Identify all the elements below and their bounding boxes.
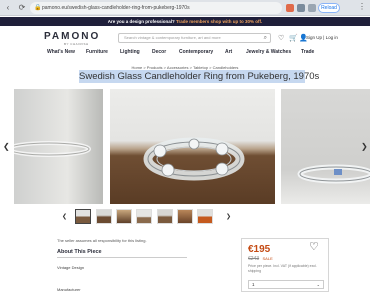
back-icon[interactable]: ‹ — [3, 3, 13, 13]
logo[interactable]: PAMONO — [44, 31, 100, 42]
seller-responsibility-note: The seller assumes all responsibility fo… — [57, 238, 147, 243]
original-price: €243 — [248, 256, 260, 262]
thumbnail[interactable] — [177, 209, 193, 224]
quantity-select[interactable]: 1 ⌄ — [248, 280, 324, 289]
nav-whats-new[interactable]: What's New — [47, 49, 75, 55]
thumbnail[interactable] — [157, 209, 173, 224]
thumbnail[interactable] — [75, 209, 91, 224]
image-gallery: ❮ ❯ — [0, 89, 370, 204]
signin-link[interactable]: Sign Up | Log in — [306, 35, 338, 40]
extension-icon[interactable] — [308, 4, 316, 12]
thumbnail[interactable] — [96, 209, 112, 224]
refresh-icon[interactable]: ⟳ — [17, 3, 27, 13]
search-placeholder: Search vintage & contemporary furniture,… — [124, 35, 221, 40]
search-icon[interactable]: ⌕ — [264, 34, 267, 42]
thumbs-next-icon[interactable]: ❯ — [226, 213, 231, 220]
thumbnail[interactable] — [136, 209, 152, 224]
cart-icon[interactable]: 🛒 — [289, 34, 298, 42]
product-image-prev[interactable] — [14, 89, 103, 204]
logo-tagline: BY CHAIRISH — [64, 42, 89, 46]
glass-ring-photo — [14, 141, 91, 157]
old-price: €243 SALE — [248, 256, 273, 262]
nav-jewelry-watches[interactable]: Jewelry & Watches — [246, 49, 291, 55]
nav-art[interactable]: Art — [225, 49, 232, 55]
nav-contemporary[interactable]: Contemporary — [179, 49, 213, 55]
promo-text: Are you a design professional? — [107, 19, 175, 24]
thumbnail[interactable] — [197, 209, 213, 224]
gallery-prev-arrow-icon[interactable]: ❮ — [3, 142, 10, 151]
chevron-down-icon: ⌄ — [316, 282, 320, 287]
price-note: Price per piece. Incl. VAT (if applicabl… — [248, 264, 317, 273]
about-heading: About This Piece — [57, 249, 102, 255]
product-image-next[interactable] — [281, 89, 370, 204]
gallery-next-arrow-icon[interactable]: ❯ — [361, 142, 368, 151]
nav-decor[interactable]: Decor — [152, 49, 166, 55]
main-nav: What's New Furniture Lighting Decor Cont… — [0, 47, 370, 57]
search-input[interactable]: Search vintage & contemporary furniture,… — [118, 33, 271, 43]
extension-icon[interactable] — [286, 4, 294, 12]
address-bar[interactable]: 🔒 pamono.eu/swedish-glass-candleholder-r… — [30, 2, 282, 14]
thumbs-prev-icon[interactable]: ❮ — [62, 213, 67, 220]
favorite-heart-icon[interactable]: ♡ — [309, 242, 319, 253]
glass-ring-photo — [143, 137, 245, 181]
manufacturer-label: Manufacturer — [57, 287, 81, 292]
nav-trade[interactable]: Trade — [301, 49, 314, 55]
vintage-design-label: Vintage Design — [57, 265, 85, 270]
sale-badge: SALE — [262, 256, 273, 261]
glass-ring-photo — [297, 164, 370, 184]
thumbnail[interactable] — [116, 209, 132, 224]
browser-toolbar: ‹ ⟳ 🔒 pamono.eu/swedish-glass-candlehold… — [0, 0, 370, 16]
product-image-main[interactable] — [110, 89, 275, 204]
extension-icon[interactable] — [297, 4, 305, 12]
nav-lighting[interactable]: Lighting — [120, 49, 140, 55]
price: €195 — [248, 244, 271, 255]
heart-icon[interactable]: ♡ — [278, 34, 284, 42]
nav-furniture[interactable]: Furniture — [86, 49, 108, 55]
divider — [57, 257, 187, 258]
page-title: Swedish Glass Candleholder Ring from Puk… — [79, 70, 320, 83]
reload-button[interactable]: Reload — [318, 3, 340, 13]
quantity-value: 1 — [252, 282, 255, 287]
lock-icon: 🔒 — [34, 5, 42, 11]
promo-highlight: Trade members shop with up to 30% off. — [176, 19, 263, 24]
kebab-menu-icon[interactable]: ⋮ — [358, 2, 366, 11]
url-text: pamono.eu/swedish-glass-candleholder-rin… — [42, 5, 190, 11]
promo-banner[interactable]: Are you a design professional? Trade mem… — [0, 17, 370, 26]
